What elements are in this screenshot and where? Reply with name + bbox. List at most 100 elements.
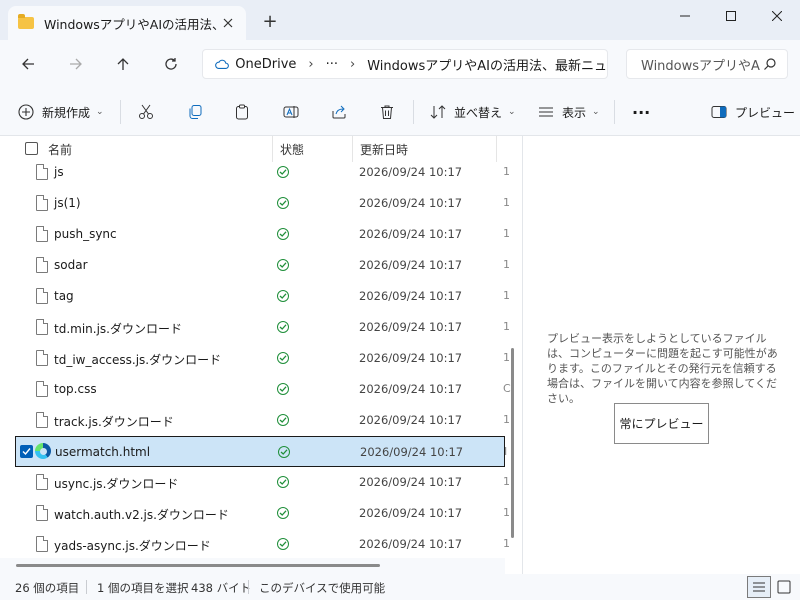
new-tab-button[interactable]: + — [262, 13, 278, 31]
breadcrumb-more[interactable]: ··· — [326, 57, 338, 72]
maximize-icon — [726, 11, 736, 21]
up-button[interactable] — [110, 52, 136, 76]
status-divider — [86, 580, 87, 594]
horizontal-scrollbar[interactable] — [0, 558, 505, 574]
preview-pane-button[interactable]: プレビュー — [711, 100, 795, 124]
file-modified-date: 2026/09/24 10:17 — [359, 320, 463, 334]
share-button[interactable] — [331, 100, 347, 124]
maximize-button[interactable] — [708, 0, 754, 32]
table-row[interactable]: track.js.ダウンロード 2026/09/24 10:17 1 — [15, 405, 510, 436]
column-modified[interactable]: 更新日時 — [360, 141, 408, 158]
chevron-down-icon: ⌄ — [96, 107, 104, 117]
tiles-view-button[interactable] — [772, 576, 796, 598]
delete-button[interactable] — [379, 100, 395, 124]
search-input[interactable]: WindowsアプリやA — [626, 49, 788, 79]
table-row[interactable]: watch.auth.v2.js.ダウンロード 2026/09/24 10:17 1 — [15, 498, 510, 529]
paste-button[interactable] — [234, 100, 250, 124]
more-options-button[interactable]: ··· — [632, 100, 650, 124]
preview-pane-icon — [711, 106, 727, 118]
copy-button[interactable] — [187, 100, 203, 124]
cut-button[interactable] — [138, 100, 154, 124]
tab-close-button[interactable] — [220, 15, 236, 31]
forward-button[interactable] — [63, 52, 89, 76]
copy-icon — [189, 105, 202, 119]
scissors-icon — [139, 104, 153, 119]
back-button[interactable] — [15, 52, 41, 76]
preview-warning-text: プレビュー表示をしようとしているファイルは、コンピューターに問題を起こす可能性が… — [547, 332, 778, 405]
file-icon — [36, 536, 48, 552]
checkmark-icon — [22, 448, 31, 456]
horizontal-scroll-thumb[interactable] — [16, 564, 380, 567]
always-preview-button[interactable]: 常にプレビュー — [614, 403, 709, 444]
file-icon — [36, 319, 48, 335]
file-icon — [36, 226, 48, 242]
new-button-label: 新規作成 — [42, 105, 91, 120]
tab-explorer[interactable]: WindowsアプリやAIの活用法、最 — [8, 6, 246, 40]
table-row[interactable]: sodar 2026/09/24 10:17 1 — [15, 250, 510, 281]
table-row[interactable]: yads-async.js.ダウンロード 2026/09/24 10:17 1 — [15, 529, 510, 560]
select-all-checkbox[interactable] — [25, 142, 38, 155]
toolbar-divider — [413, 100, 414, 124]
rename-icon — [283, 106, 299, 118]
sort-button-label: 並べ替え — [454, 105, 503, 120]
minimize-button[interactable] — [662, 0, 708, 32]
search-icon — [764, 58, 776, 70]
chevron-right-icon: › — [350, 56, 356, 72]
details-view-button[interactable] — [747, 576, 771, 598]
file-type-truncated: 1 — [503, 351, 510, 364]
file-name: js — [54, 165, 64, 179]
synced-check-icon — [277, 166, 289, 178]
folder-icon — [18, 14, 34, 29]
synced-check-icon — [277, 507, 289, 519]
file-name: td.min.js.ダウンロード — [54, 322, 182, 336]
file-modified-date: 2026/09/24 10:17 — [360, 445, 464, 459]
chevron-right-icon: › — [308, 56, 314, 72]
refresh-icon — [165, 58, 177, 70]
file-type-truncated: 1 — [503, 165, 510, 178]
close-window-button[interactable] — [754, 0, 800, 32]
toolbar-divider — [614, 100, 615, 124]
new-button[interactable]: 新規作成 ⌄ — [18, 100, 104, 124]
table-row[interactable]: td_iw_access.js.ダウンロード 2026/09/24 10:17 1 — [15, 343, 510, 374]
command-bar: 新規作成 ⌄ 並べ替え ⌄ 表示 ⌄ ··· プレビュー — [0, 88, 800, 136]
row-checkbox[interactable] — [20, 445, 33, 458]
file-name: yads-async.js.ダウンロード — [54, 539, 211, 553]
file-icon — [36, 195, 48, 211]
table-row[interactable]: td.min.js.ダウンロード 2026/09/24 10:17 1 — [15, 312, 510, 343]
file-modified-date: 2026/09/24 10:17 — [359, 351, 463, 365]
column-name[interactable]: 名前 — [48, 141, 72, 158]
file-icon — [36, 164, 48, 180]
table-row[interactable]: js(1) 2026/09/24 10:17 1 — [15, 188, 510, 219]
sort-button[interactable]: 並べ替え ⌄ — [430, 100, 516, 124]
table-row[interactable]: top.css 2026/09/24 10:17 C — [15, 374, 511, 405]
file-modified-date: 2026/09/24 10:17 — [359, 382, 463, 396]
rename-button[interactable] — [283, 100, 299, 124]
synced-check-icon — [277, 228, 289, 240]
view-button[interactable]: 表示 ⌄ — [538, 100, 600, 124]
file-name: js(1) — [54, 196, 81, 210]
file-name: td_iw_access.js.ダウンロード — [54, 353, 222, 367]
column-status[interactable]: 状態 — [280, 141, 304, 158]
edge-browser-icon — [35, 443, 51, 459]
table-row[interactable]: push_sync 2026/09/24 10:17 1 — [15, 219, 510, 250]
table-row[interactable]: js 2026/09/24 10:17 1 — [15, 157, 510, 188]
table-row[interactable]: tag 2026/09/24 10:17 1 — [15, 281, 510, 312]
refresh-button[interactable] — [158, 52, 184, 76]
file-name: track.js.ダウンロード — [54, 415, 174, 429]
toolbar-divider — [120, 100, 121, 124]
table-row-selected[interactable]: usermatch.html 2026/09/24 10:17 I — [15, 436, 507, 467]
synced-check-icon — [277, 383, 289, 395]
breadcrumb-onedrive[interactable]: OneDrive — [235, 57, 296, 72]
arrow-up-icon — [117, 58, 129, 70]
file-name: watch.auth.v2.js.ダウンロード — [54, 508, 229, 522]
address-bar[interactable]: OneDrive › ··· › WindowsアプリやAIの活用法、最新ニュ — [202, 49, 608, 79]
breadcrumb-current[interactable]: WindowsアプリやAIの活用法、最新ニュ — [367, 55, 607, 74]
cloud-icon — [215, 59, 229, 69]
chevron-down-icon: ⌄ — [508, 107, 516, 117]
table-row[interactable]: usync.js.ダウンロード 2026/09/24 10:17 1 — [15, 467, 510, 498]
title-bar: WindowsアプリやAIの活用法、最 + — [0, 0, 800, 40]
file-type-truncated: 1 — [503, 537, 510, 550]
close-icon — [772, 11, 782, 21]
file-modified-date: 2026/09/24 10:17 — [359, 258, 463, 272]
vertical-scrollbar[interactable] — [511, 348, 514, 538]
